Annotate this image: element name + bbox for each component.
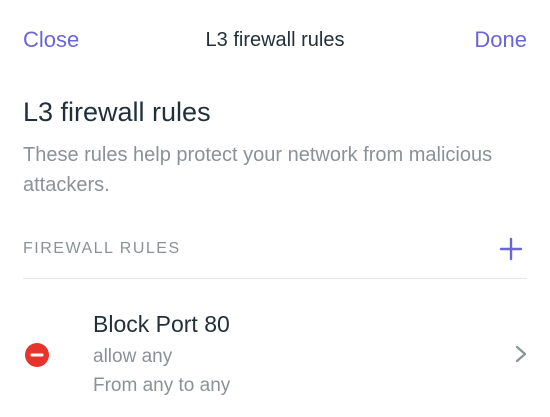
chevron-right-icon: [515, 345, 527, 363]
delete-rule-button[interactable]: [25, 343, 49, 367]
rule-row[interactable]: [0, 279, 550, 417]
rule-name: Block Port 80: [93, 311, 230, 337]
nav-title: L3 firewall rules: [205, 29, 345, 51]
nav-bar: Close L3 firewall rules Done: [0, 0, 550, 80]
section-header: FIREWALL RULES: [23, 240, 181, 257]
remove-circle-icon: [25, 343, 49, 367]
rule-scope: From any to any: [93, 375, 231, 396]
plus-icon: [499, 237, 523, 261]
page-heading: L3 firewall rules: [23, 97, 211, 127]
page-description: These rules help protect your network fr…: [23, 144, 493, 196]
firewall-rules-screen: Close L3 firewall rules Done L3 firewall…: [0, 0, 550, 417]
add-rule-button[interactable]: [498, 236, 524, 262]
rule-action: allow any: [93, 346, 173, 367]
rule-disclosure[interactable]: [514, 344, 528, 364]
done-button[interactable]: Done: [474, 27, 527, 53]
